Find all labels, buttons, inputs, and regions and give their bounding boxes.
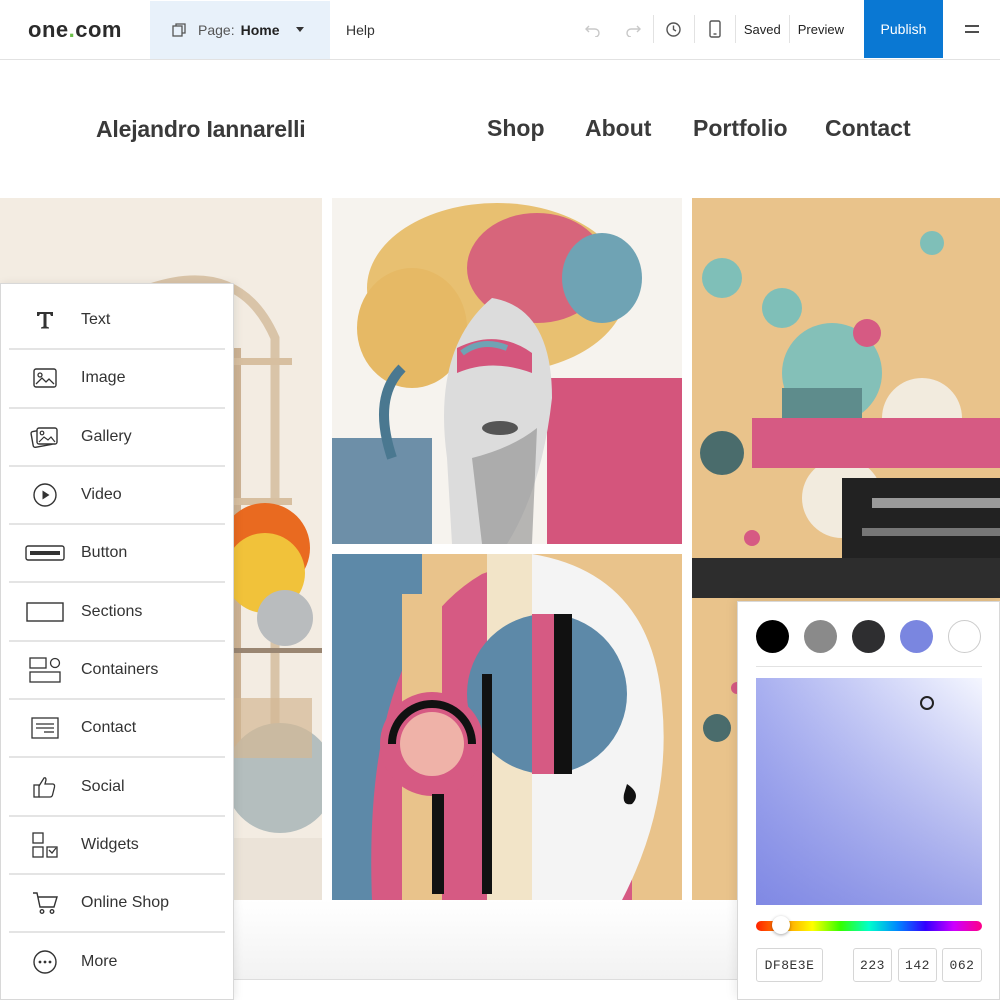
panel-item-label: Online Shop — [81, 894, 170, 912]
gallery-image-headphones[interactable] — [332, 554, 682, 900]
shopping-cart-icon — [33, 892, 58, 915]
saturation-area[interactable] — [756, 678, 982, 905]
editor-topbar: one. com Page: Home Help Saved Preview P… — [0, 0, 1000, 60]
nav-link-contact[interactable]: Contact — [825, 115, 911, 142]
saturation-handle[interactable] — [920, 696, 934, 710]
panel-item-contact[interactable]: Contact — [9, 700, 225, 759]
topbar-tools: Saved Preview Publish — [573, 0, 1000, 58]
widgets-icon — [32, 832, 58, 858]
panel-item-label: Video — [81, 486, 122, 504]
panel-item-gallery[interactable]: Gallery — [9, 409, 225, 467]
panel-item-label: Containers — [81, 660, 159, 678]
mobile-icon — [709, 20, 721, 38]
undo-icon — [584, 25, 600, 37]
add-elements-panel: Text Image Gallery Video Button Sections… — [0, 283, 234, 1000]
headphones-portrait-artwork — [332, 554, 682, 900]
swatch-periwinkle[interactable] — [900, 620, 933, 653]
image-icon — [33, 368, 57, 389]
mobile-view-button[interactable] — [695, 0, 735, 58]
color-swatches — [756, 620, 981, 653]
hamburger-menu-icon — [964, 25, 979, 33]
saved-status: Saved — [743, 21, 781, 37]
panel-item-text[interactable]: Text — [9, 292, 225, 351]
page-selector-prefix: Page: — [198, 21, 235, 38]
redo-icon — [626, 25, 641, 37]
hue-slider[interactable] — [756, 916, 982, 934]
panel-item-label: More — [81, 953, 118, 971]
menu-button[interactable] — [943, 0, 1000, 58]
panel-item-button[interactable]: Button — [9, 525, 225, 584]
site-navigation: Shop About Portfolio Contact — [0, 115, 1000, 145]
panel-item-label: Social — [81, 777, 125, 795]
hex-input[interactable]: DF8E3E — [756, 948, 823, 982]
panel-item-label: Sections — [81, 602, 143, 620]
help-link[interactable]: Help — [346, 22, 375, 38]
page-selector-current: Home — [240, 21, 280, 38]
panel-item-label: Image — [81, 369, 126, 387]
nav-link-portfolio[interactable]: Portfolio — [693, 115, 788, 142]
panel-item-more[interactable]: More — [9, 933, 225, 991]
green-input[interactable]: 142 — [898, 948, 937, 982]
panel-item-social[interactable]: Social — [9, 758, 225, 817]
gallery-icon — [30, 427, 58, 448]
history-button[interactable] — [654, 0, 694, 58]
chevron-down-icon — [295, 27, 304, 32]
containers-icon — [29, 657, 61, 683]
panel-item-image[interactable]: Image — [9, 350, 225, 409]
more-dots-icon — [33, 950, 57, 975]
gallery-image-portrait-paint[interactable] — [332, 198, 682, 544]
logo-dot: . — [68, 16, 76, 42]
thumbs-up-icon — [33, 776, 56, 798]
publish-button[interactable]: Publish — [864, 0, 943, 58]
onecom-logo[interactable]: one. com — [0, 0, 150, 60]
panel-item-containers[interactable]: Containers — [9, 642, 225, 701]
nav-link-about[interactable]: About — [585, 115, 651, 142]
panel-item-label: Text — [81, 311, 111, 329]
red-input[interactable]: 223 — [853, 948, 892, 982]
logo-text-one: one — [28, 16, 69, 42]
history-icon — [666, 21, 682, 37]
pages-icon — [172, 22, 186, 37]
button-icon — [25, 545, 65, 562]
nav-link-shop[interactable]: Shop — [487, 115, 545, 142]
blue-input[interactable]: 062 — [942, 948, 982, 982]
paint-portrait-artwork — [332, 198, 682, 544]
preview-button[interactable]: Preview — [790, 0, 852, 58]
text-icon — [37, 312, 53, 329]
logo-text-com: com — [75, 16, 122, 42]
sections-icon — [26, 601, 64, 622]
panel-item-label: Widgets — [81, 835, 139, 853]
contact-form-icon — [31, 717, 59, 739]
swatch-gray[interactable] — [804, 620, 837, 653]
undo-button[interactable] — [573, 0, 613, 58]
redo-button[interactable] — [613, 0, 653, 58]
panel-item-video[interactable]: Video — [9, 467, 225, 526]
panel-item-label: Button — [81, 544, 128, 562]
panel-item-widgets[interactable]: Widgets — [9, 817, 225, 875]
panel-item-label: Contact — [81, 719, 137, 737]
page-selector[interactable]: Page: Home — [150, 0, 330, 59]
panel-item-sections[interactable]: Sections — [9, 583, 225, 642]
hue-slider-handle[interactable] — [772, 916, 790, 934]
panel-item-label: Gallery — [81, 427, 132, 445]
swatch-white[interactable] — [948, 620, 981, 653]
swatch-black[interactable] — [756, 620, 789, 653]
video-play-icon — [33, 483, 57, 507]
swatch-charcoal[interactable] — [852, 620, 885, 653]
color-picker-popup: DF8E3E 223 142 062 — [737, 601, 1000, 1000]
picker-divider — [756, 666, 982, 667]
panel-item-online-shop[interactable]: Online Shop — [9, 875, 225, 934]
